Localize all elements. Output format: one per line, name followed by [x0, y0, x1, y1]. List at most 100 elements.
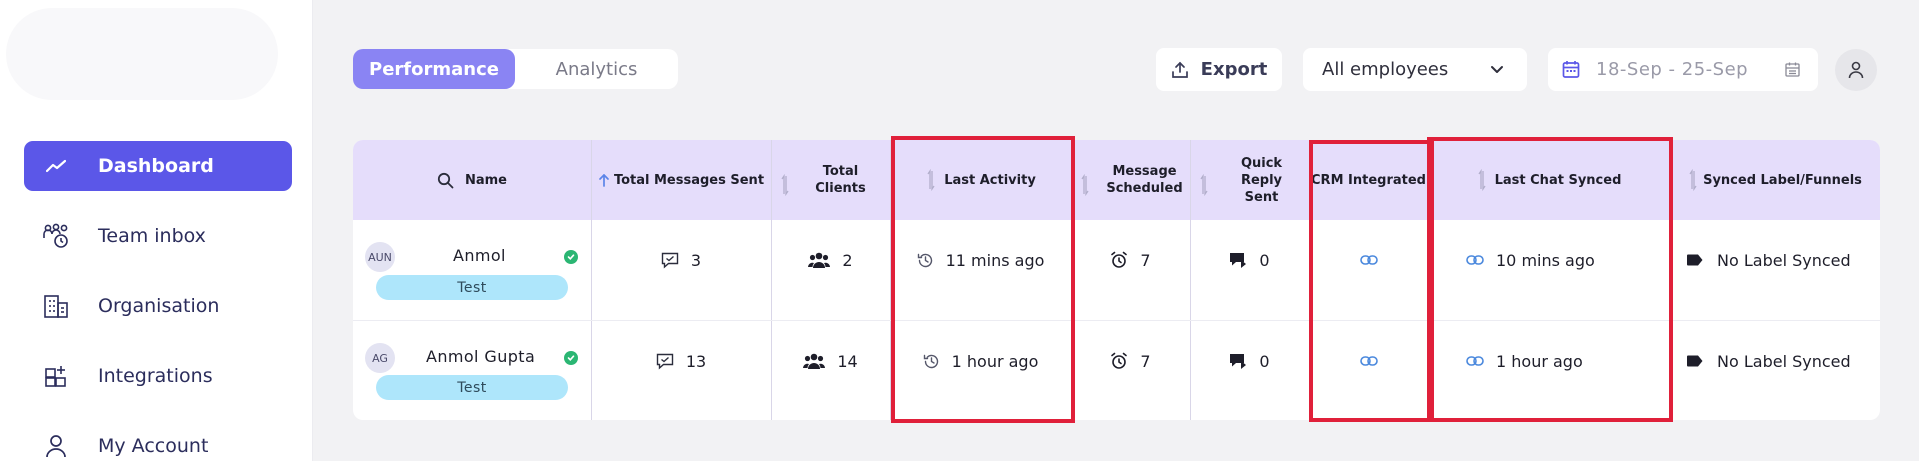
column-header-last-chat-synced[interactable]: Last Chat Synced: [1428, 140, 1669, 220]
column-header-label: Name: [464, 172, 507, 188]
synced-label-cell: No Label Synced: [1669, 340, 1880, 382]
calendar-small-icon: [1785, 62, 1800, 77]
last-chat-synced-value: 1 hour ago: [1496, 351, 1583, 371]
sidebar-item-label: Team inbox: [98, 225, 206, 247]
messages-sent-value: 13: [685, 351, 707, 371]
grid-plus-icon: [42, 362, 70, 390]
column-header-crm[interactable]: CRM Integrated: [1309, 140, 1428, 220]
column-header-message-scheduled[interactable]: Message Scheduled: [1071, 140, 1190, 220]
tab-analytics[interactable]: Analytics: [515, 49, 678, 89]
date-range-value: 18-Sep - 25-Sep: [1596, 59, 1749, 80]
sort-icon: [781, 174, 789, 196]
messages-sent-value: 3: [690, 250, 702, 270]
sidebar-item-integrations[interactable]: Integrations: [24, 351, 292, 401]
crm-cell: [1309, 240, 1428, 280]
link-icon[interactable]: [1359, 251, 1378, 270]
column-header-total-clients[interactable]: Total Clients: [771, 140, 890, 220]
user-tag: Test: [376, 275, 568, 300]
calendar-icon: [1562, 61, 1580, 78]
user-name: Anmol Gupta: [426, 347, 536, 366]
sort-icon: [1478, 169, 1486, 191]
tab-performance[interactable]: Performance: [353, 49, 515, 89]
chevron-down-icon: [1491, 66, 1503, 73]
column-header-name[interactable]: Name: [353, 140, 591, 220]
scheduled-cell: 7: [1071, 340, 1190, 382]
employee-select[interactable]: All employees: [1303, 48, 1527, 91]
column-header-label: Synced Label/Funnels: [1703, 172, 1862, 188]
sidebar-item-label: Organisation: [98, 295, 220, 317]
quick-reply-cell: 0: [1190, 340, 1309, 382]
history-icon: [917, 252, 934, 269]
sort-icon: [1689, 169, 1697, 191]
sidebar-item-organisation[interactable]: Organisation: [24, 281, 292, 331]
quick-reply-value: 0: [1259, 250, 1270, 270]
online-check-icon: [564, 250, 578, 264]
last-chat-synced-cell: 10 mins ago: [1428, 240, 1669, 280]
quick-reply-icon: [1229, 252, 1247, 268]
clients-cell: 2: [771, 240, 890, 280]
users-icon: [803, 353, 826, 369]
online-check-icon: [564, 351, 578, 365]
alarm-clock-icon: [1110, 251, 1128, 269]
column-header-label: CRM Integrated: [1311, 172, 1426, 188]
last-activity-cell: 1 hour ago: [890, 340, 1071, 382]
row-divider: [353, 320, 1880, 321]
column-header-last-activity[interactable]: Last Activity: [890, 140, 1071, 220]
messages-sent-cell: 3: [591, 240, 771, 280]
logo-placeholder: [6, 8, 278, 100]
history-icon: [923, 353, 940, 370]
column-header-total-messages[interactable]: Total Messages Sent: [591, 140, 771, 220]
user-icon: [42, 432, 70, 460]
sidebar-item-label: My Account: [98, 435, 209, 457]
profile-button[interactable]: [1835, 49, 1877, 91]
column-header-synced-label[interactable]: Synced Label/Funnels: [1669, 140, 1880, 220]
column-header-label: Total Clients: [815, 164, 866, 196]
sidebar-item-team-inbox[interactable]: Team inbox: [24, 211, 292, 261]
quick-reply-value: 0: [1259, 351, 1270, 371]
avatar: AUN: [365, 242, 395, 272]
scheduled-value: 7: [1140, 351, 1151, 371]
column-header-label: Message Scheduled: [1106, 164, 1183, 196]
clients-value: 14: [837, 351, 858, 371]
view-toggle: Performance Analytics: [353, 49, 678, 89]
users-icon: [808, 252, 831, 268]
team-clock-icon: [42, 222, 70, 250]
upload-icon: [1171, 61, 1188, 78]
column-header-label: Total Messages Sent: [613, 172, 765, 188]
export-button[interactable]: Export: [1156, 48, 1282, 91]
sort-icon: [1081, 174, 1089, 196]
synced-label-cell: No Label Synced: [1669, 240, 1880, 280]
last-activity-cell: 11 mins ago: [890, 240, 1071, 280]
sort-icon: [927, 169, 935, 191]
link-icon: [1466, 355, 1484, 367]
sidebar-item-my-account[interactable]: My Account: [24, 421, 292, 461]
user-tag: Test: [376, 375, 568, 400]
sidebar: Dashboard Team inbox Organisation Integr…: [0, 0, 313, 461]
sidebar-item-dashboard[interactable]: Dashboard: [24, 141, 292, 191]
column-header-label: Last Chat Synced: [1494, 172, 1622, 188]
column-header-quick-reply[interactable]: Quick Reply Sent: [1190, 140, 1309, 220]
search-icon: [437, 172, 454, 188]
avatar: AG: [365, 343, 395, 373]
date-range-picker[interactable]: 18-Sep - 25-Sep: [1548, 48, 1818, 91]
employee-select-value: All employees: [1322, 59, 1449, 80]
user-icon: [1848, 61, 1864, 79]
messages-sent-cell: 13: [591, 340, 771, 382]
clients-value: 2: [842, 250, 853, 270]
export-label: Export: [1200, 59, 1268, 80]
scheduled-value: 7: [1140, 250, 1151, 270]
label-tag-icon: [1686, 254, 1703, 266]
building-icon: [42, 292, 70, 320]
chat-bubble-icon: [661, 252, 679, 269]
last-chat-synced-value: 10 mins ago: [1496, 250, 1595, 270]
link-icon[interactable]: [1359, 352, 1378, 371]
last-activity-value: 11 mins ago: [945, 250, 1045, 270]
sidebar-item-label: Integrations: [98, 365, 213, 387]
user-name: Anmol: [453, 246, 506, 265]
clients-cell: 14: [771, 340, 890, 382]
scheduled-cell: 7: [1071, 240, 1190, 280]
sort-ascending-icon: [599, 174, 609, 187]
label-tag-icon: [1686, 355, 1703, 367]
sort-icon: [1200, 174, 1208, 196]
synced-label-value: No Label Synced: [1717, 250, 1851, 270]
